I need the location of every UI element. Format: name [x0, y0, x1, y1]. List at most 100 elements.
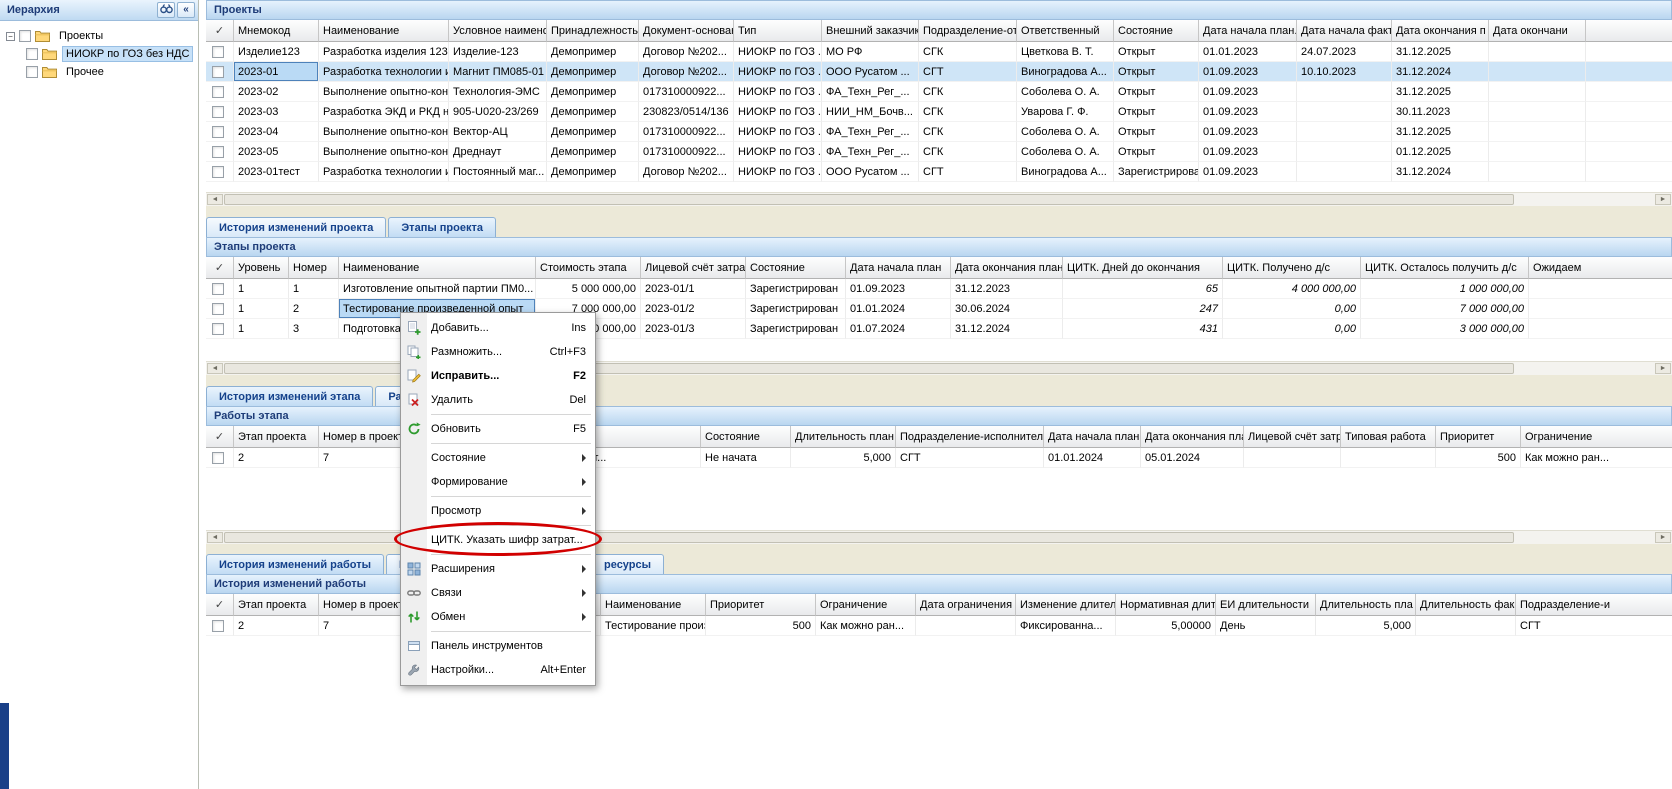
cell[interactable]: [1489, 102, 1586, 122]
cell[interactable]: 2023-03: [234, 102, 319, 122]
cell[interactable]: Виноградова А...: [1017, 62, 1114, 82]
row-checkbox[interactable]: [212, 46, 224, 58]
menu-item-formation[interactable]: Формирование: [401, 470, 595, 494]
cell[interactable]: 31.12.2024: [1392, 162, 1489, 182]
cell[interactable]: СГК: [919, 142, 1017, 162]
table-row[interactable]: 2023-04Выполнение опытно-конс...Вектор-А…: [206, 122, 1672, 142]
column-header[interactable]: Дата ограничения: [916, 594, 1016, 616]
cell[interactable]: 31.12.2025: [1392, 42, 1489, 62]
cell[interactable]: Уварова Г. Ф.: [1017, 102, 1114, 122]
cell[interactable]: СГК: [919, 42, 1017, 62]
column-header[interactable]: Длительность фак: [1416, 594, 1516, 616]
row-checkbox[interactable]: [212, 126, 224, 138]
cell[interactable]: День: [1216, 616, 1316, 636]
select-all-header[interactable]: ✓: [206, 257, 234, 279]
row-checkbox-cell[interactable]: [206, 122, 234, 142]
cell[interactable]: [1297, 102, 1392, 122]
cell[interactable]: Демопример: [547, 82, 639, 102]
cell[interactable]: 431: [1063, 319, 1223, 339]
row-checkbox[interactable]: [212, 620, 224, 632]
cell[interactable]: ФА_Техн_Рег_...: [822, 82, 919, 102]
cell[interactable]: [1341, 448, 1436, 468]
cell[interactable]: Магнит ПМ085-01: [449, 62, 547, 82]
table-row[interactable]: Изделие123Разработка изделия 123Изделие-…: [206, 42, 1672, 62]
cell[interactable]: 01.09.2023: [846, 279, 951, 299]
column-header[interactable]: Лицевой счёт затрат:: [641, 257, 746, 279]
cell[interactable]: Выполнение опытно-конс...: [319, 142, 449, 162]
cell[interactable]: Выполнение опытно-конс...: [319, 82, 449, 102]
cell[interactable]: НИОКР по ГОЗ ...: [734, 42, 822, 62]
menu-item-citk-cost-code[interactable]: ЦИТК. Указать шифр затрат...: [401, 528, 595, 552]
cell[interactable]: Виноградова А...: [1017, 162, 1114, 182]
cell[interactable]: 2023-04: [234, 122, 319, 142]
tree-item-label[interactable]: Прочее: [62, 64, 108, 80]
menu-item-toolbar[interactable]: Панель инструментов: [401, 634, 595, 658]
cell[interactable]: Соболева О. А.: [1017, 142, 1114, 162]
menu-item-exchange[interactable]: Обмен: [401, 605, 595, 629]
column-header[interactable]: Этап проекта: [234, 426, 319, 448]
cell[interactable]: НИОКР по ГОЗ ...: [734, 82, 822, 102]
tab-stage-change-history[interactable]: История изменений этапа: [206, 386, 373, 406]
column-header[interactable]: Наименование: [339, 257, 536, 279]
cell[interactable]: Постоянный маг...: [449, 162, 547, 182]
row-checkbox[interactable]: [212, 303, 224, 315]
cell[interactable]: 5 000 000,00: [536, 279, 641, 299]
cell[interactable]: Соболева О. А.: [1017, 122, 1114, 142]
column-header[interactable]: Условное наименова: [449, 20, 547, 42]
cell[interactable]: [1244, 448, 1341, 468]
table-row[interactable]: 2023-05Выполнение опытно-конс...Дреднаут…: [206, 142, 1672, 162]
cell[interactable]: Изделие123: [234, 42, 319, 62]
cell[interactable]: 1: [234, 299, 289, 319]
row-checkbox-cell[interactable]: [206, 319, 234, 339]
menu-item-edit[interactable]: Исправить...F2: [401, 364, 595, 388]
tab-work-change-history[interactable]: История изменений работы: [206, 554, 384, 574]
cell[interactable]: [1586, 162, 1672, 182]
scroll-right-icon[interactable]: ►: [1655, 194, 1671, 205]
cell[interactable]: Договор №202...: [639, 42, 734, 62]
table-row[interactable]: 11Изготовление опытной партии ПМ0...5 00…: [206, 279, 1672, 299]
menu-item-view[interactable]: Просмотр: [401, 499, 595, 523]
cell[interactable]: Тестирование произве...: [601, 616, 706, 636]
row-checkbox[interactable]: [212, 146, 224, 158]
menu-item-add[interactable]: Добавить...Ins: [401, 316, 595, 340]
cell[interactable]: 247: [1063, 299, 1223, 319]
cell[interactable]: Вектор-АЦ: [449, 122, 547, 142]
tab-project-stages[interactable]: Этапы проекта: [388, 217, 496, 237]
column-header[interactable]: Изменение длител: [1016, 594, 1116, 616]
cell[interactable]: [1586, 142, 1672, 162]
cell[interactable]: 2023-01/3: [641, 319, 746, 339]
column-header[interactable]: Дата окончания п: [1392, 20, 1489, 42]
collapse-panel-button[interactable]: «: [177, 2, 195, 18]
cell[interactable]: [1489, 122, 1586, 142]
column-header[interactable]: Ограничение: [816, 594, 916, 616]
cell[interactable]: НИОКР по ГОЗ ...: [734, 62, 822, 82]
cell[interactable]: 2023-01: [234, 62, 319, 82]
cell[interactable]: 05.01.2024: [1141, 448, 1244, 468]
table-row[interactable]: 2023-02Выполнение опытно-конс...Технолог…: [206, 82, 1672, 102]
menu-item-duplicate[interactable]: Размножить...Ctrl+F3: [401, 340, 595, 364]
tree-expander-icon[interactable]: −: [6, 32, 15, 41]
cell[interactable]: Технология-ЭМС: [449, 82, 547, 102]
select-all-header[interactable]: ✓: [206, 594, 234, 616]
cell[interactable]: 2: [234, 448, 319, 468]
cell[interactable]: Зарегистрирован: [746, 279, 846, 299]
cell[interactable]: 01.09.2023: [1199, 162, 1297, 182]
cell[interactable]: 2023-05: [234, 142, 319, 162]
column-header[interactable]: Ответственный: [1017, 20, 1114, 42]
column-header[interactable]: ЦИТК. Осталось получить д/с: [1361, 257, 1529, 279]
cell[interactable]: [1297, 162, 1392, 182]
column-header[interactable]: [1586, 20, 1672, 42]
select-all-header[interactable]: ✓: [206, 20, 234, 42]
column-header[interactable]: Документ-основан: [639, 20, 734, 42]
column-header[interactable]: Дата окончания план: [951, 257, 1063, 279]
tree-item-niokr[interactable]: НИОКР по ГОЗ без НДС: [6, 45, 196, 63]
cell[interactable]: 0,00: [1223, 319, 1361, 339]
cell[interactable]: 1: [234, 319, 289, 339]
cell[interactable]: [1489, 82, 1586, 102]
scroll-left-icon[interactable]: ◄: [207, 532, 223, 543]
cell[interactable]: 01.09.2023: [1199, 122, 1297, 142]
cell[interactable]: 01.12.2025: [1392, 142, 1489, 162]
tree-item-projects[interactable]: − Проекты: [6, 27, 196, 45]
cell[interactable]: Фиксированна...: [1016, 616, 1116, 636]
cell[interactable]: 01.09.2023: [1199, 142, 1297, 162]
